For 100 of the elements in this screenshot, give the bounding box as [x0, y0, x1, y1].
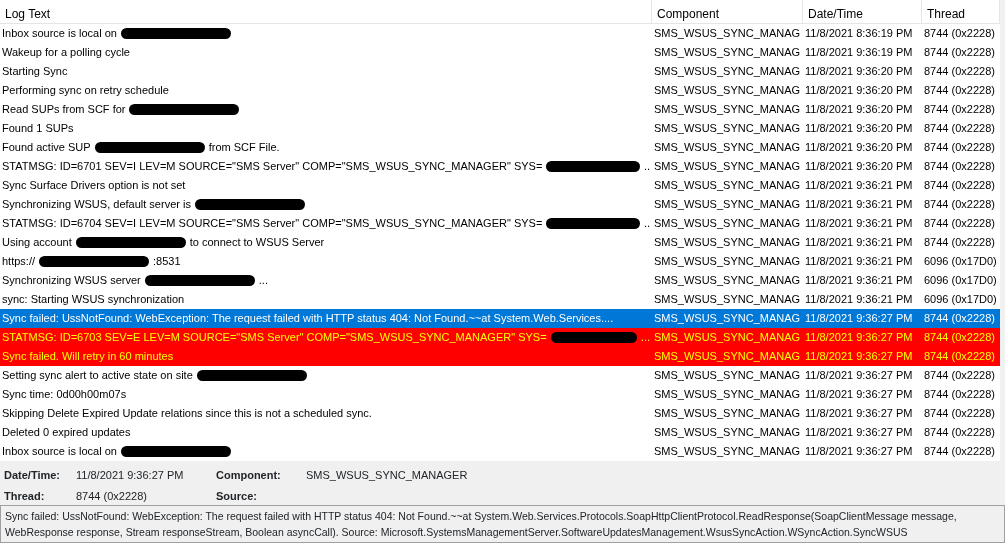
table-cell-text: 11/8/2021 9:36:27 PM [804, 406, 914, 421]
log-row[interactable]: Deleted 0 expired updates SMS_WSUS_SYNC_MANAG 11/8/2021 9:36:27 PM 8744 (0x2228) [0, 423, 1000, 442]
table-cell-text: SMS_WSUS_SYNC_MANAG [653, 178, 802, 193]
field-value: SMS_WSUS_SYNC_MANAGER [306, 468, 469, 483]
column-header[interactable]: Log Text [0, 0, 652, 24]
table-cell-text: 6096 (0x17D0) [923, 254, 998, 269]
log-row[interactable]: Setting sync alert to active state on site SMS_WSUS_SYNC_MANAG 11/8/2021 9:36:27 PM 8744 (0x2228) [0, 366, 1000, 385]
table-cell-text: 8744 (0x2228) [923, 368, 996, 383]
table-cell-text: 8744 (0x2228) [923, 349, 996, 364]
field-label: Date/Time: [4, 468, 62, 483]
table-cell-text: Performing sync on retry schedule [2, 83, 169, 98]
table-cell-text: ... [258, 273, 268, 288]
log-row[interactable]: Sync failed. Will retry in 60 minutes SMS_WSUS_SYNC_MANAG 11/8/2021 9:36:27 PM 8744 (0x2228) [0, 347, 1000, 366]
table-cell-text: 8744 (0x2228) [923, 387, 996, 402]
log-row[interactable]: STATMSG: ID=6701 SEV=I LEV=M SOURCE="SMS Server" COMP="SMS_WSUS_SYNC_MANAGER" SYS= .. SMS_WSUS_SYNC_MANAG 11/8/2021 9:36:20 PM 8744 (0x2228) [0, 157, 1000, 176]
table-cell-text: STATMSG: ID=6704 SEV=I LEV=M SOURCE="SMS Server" COMP="SMS_WSUS_SYNC_MANAGER" SYS= [2, 216, 543, 231]
table-cell-text: SMS_WSUS_SYNC_MANAG [653, 83, 802, 98]
log-row[interactable]: Sync time: 0d00h00m07s SMS_WSUS_SYNC_MANAG 11/8/2021 9:36:27 PM 8744 (0x2228) [0, 385, 1000, 404]
log-row[interactable]: https:// :8531 SMS_WSUS_SYNC_MANAG 11/8/2021 9:36:21 PM 6096 (0x17D0) [0, 252, 1000, 271]
table-cell-text: 11/8/2021 9:36:21 PM [804, 235, 914, 250]
table-cell-text: 11/8/2021 9:36:20 PM [804, 159, 914, 174]
log-row[interactable]: Using account to connect to WSUS Server SMS_WSUS_SYNC_MANAG 11/8/2021 9:36:21 PM 8744 (0x2228) [0, 233, 1000, 252]
table-cell-text: .. [643, 159, 650, 174]
table-cell-text: 11/8/2021 9:36:20 PM [804, 64, 914, 79]
log-row[interactable]: Inbox source is local on SMS_WSUS_SYNC_MANAG 11/8/2021 8:36:19 PM 8744 (0x2228) [0, 24, 1000, 43]
table-cell-text: 11/8/2021 9:36:20 PM [804, 102, 914, 117]
table-cell-text: SMS_WSUS_SYNC_MANAG [653, 425, 802, 440]
table-cell-text: 11/8/2021 9:36:27 PM [804, 387, 914, 402]
table-cell-text: 8744 (0x2228) [923, 311, 996, 326]
table-cell-text: 11/8/2021 9:36:27 PM [804, 311, 914, 326]
table-cell-text: 8744 (0x2228) [923, 102, 996, 117]
table-cell-text: 11/8/2021 9:36:21 PM [804, 254, 914, 269]
table-cell-text: 8744 (0x2228) [923, 83, 996, 98]
table-cell-text: 11/8/2021 9:36:20 PM [804, 140, 914, 155]
table-cell-text: 11/8/2021 9:36:27 PM [804, 425, 914, 440]
log-row[interactable]: Performing sync on retry schedule SMS_WSUS_SYNC_MANAG 11/8/2021 9:36:20 PM 8744 (0x2228) [0, 81, 1000, 100]
log-row[interactable]: Sync failed: UssNotFound: WebException: The request failed with HTTP status 404: Not Found.~~at System.Web.Services.... SMS_WSUS_SYNC_MANAG 11/8/2021 9:36:27 PM 8744 (0x2228) [0, 309, 1000, 328]
log-row[interactable]: Starting Sync SMS_WSUS_SYNC_MANAG 11/8/2021 9:36:20 PM 8744 (0x2228) [0, 62, 1000, 81]
table-cell-text: Sync failed: UssNotFound: WebException: The request failed with HTTP status 404: Not Found.~~at System.Web.Services.... [2, 311, 614, 326]
log-row[interactable]: Wakeup for a polling cycle SMS_WSUS_SYNC_MANAG 11/8/2021 9:36:19 PM 8744 (0x2228) [0, 43, 1000, 62]
table-cell-text: 8744 (0x2228) [923, 64, 996, 79]
table-cell-text: SMS_WSUS_SYNC_MANAG [653, 26, 802, 41]
table-cell-text: 8744 (0x2228) [923, 235, 996, 250]
table-cell-text: SMS_WSUS_SYNC_MANAG [653, 216, 802, 231]
log-row[interactable]: Synchronizing WSUS server ... SMS_WSUS_SYNC_MANAG 11/8/2021 9:36:21 PM 6096 (0x17D0) [0, 271, 1000, 290]
table-cell-text: SMS_WSUS_SYNC_MANAG [653, 330, 802, 345]
table-cell-text: Inbox source is local on [2, 444, 117, 459]
table-cell-text: STATMSG: ID=6703 SEV=E LEV=M SOURCE="SMS Server" COMP="SMS_WSUS_SYNC_MANAGER" SYS= [2, 330, 547, 345]
table-cell-text: SMS_WSUS_SYNC_MANAG [653, 102, 802, 117]
log-row[interactable]: Read SUPs from SCF for SMS_WSUS_SYNC_MANAG 11/8/2021 9:36:20 PM 8744 (0x2228) [0, 100, 1000, 119]
table-cell-text: 11/8/2021 9:36:27 PM [804, 444, 914, 459]
table-cell-text: Sync time: 0d00h00m07s [2, 387, 127, 402]
log-row[interactable]: Sync Surface Drivers option is not set SMS_WSUS_SYNC_MANAG 11/8/2021 9:36:21 PM 8744 (0x2228) [0, 176, 1000, 195]
log-row[interactable]: STATMSG: ID=6704 SEV=I LEV=M SOURCE="SMS Server" COMP="SMS_WSUS_SYNC_MANAGER" SYS= .. SMS_WSUS_SYNC_MANAG 11/8/2021 9:36:21 PM 8744 (0x2228) [0, 214, 1000, 233]
log-row[interactable]: STATMSG: ID=6703 SEV=E LEV=M SOURCE="SMS Server" COMP="SMS_WSUS_SYNC_MANAGER" SYS= ... SMS_WSUS_SYNC_MANAG 11/8/2021 9:36:27 PM 8744 (0x2228) [0, 328, 1000, 347]
log-row[interactable]: Synchronizing WSUS, default server is SMS_WSUS_SYNC_MANAG 11/8/2021 9:36:21 PM 8744 (0x2228) [0, 195, 1000, 214]
table-cell-text: 8744 (0x2228) [923, 444, 996, 459]
table-cell-text: SMS_WSUS_SYNC_MANAG [653, 140, 802, 155]
table-cell-text: 11/8/2021 9:36:21 PM [804, 292, 914, 307]
table-cell-text: Inbox source is local on [2, 26, 117, 41]
table-cell-text: to connect to WSUS Server [189, 235, 325, 250]
table-cell-text: STATMSG: ID=6701 SEV=I LEV=M SOURCE="SMS Server" COMP="SMS_WSUS_SYNC_MANAGER" SYS= [2, 159, 543, 174]
table-cell-text: Synchronizing WSUS, default server is [2, 197, 191, 212]
table-cell-text: 11/8/2021 9:36:21 PM [804, 178, 914, 193]
field-value: 8744 (0x2228) [76, 489, 148, 504]
table-cell-text: SMS_WSUS_SYNC_MANAG [653, 349, 802, 364]
table-cell-text: 11/8/2021 8:36:19 PM [804, 26, 914, 41]
table-cell-text: SMS_WSUS_SYNC_MANAG [653, 444, 802, 459]
column-header[interactable]: Date/Time [803, 0, 922, 24]
table-cell-text: Deleted 0 expired updates [2, 425, 131, 440]
table-cell-text: 11/8/2021 9:36:20 PM [804, 121, 914, 136]
log-row[interactable]: Found 1 SUPs SMS_WSUS_SYNC_MANAG 11/8/2021 9:36:20 PM 8744 (0x2228) [0, 119, 1000, 138]
table-cell-text: SMS_WSUS_SYNC_MANAG [653, 311, 802, 326]
table-cell-text: Found 1 SUPs [2, 121, 74, 136]
table-cell-text: SMS_WSUS_SYNC_MANAG [653, 292, 802, 307]
log-row[interactable]: Found active SUP from SCF File. SMS_WSUS_SYNC_MANAG 11/8/2021 9:36:20 PM 8744 (0x2228) [0, 138, 1000, 157]
table-cell-text: SMS_WSUS_SYNC_MANAG [653, 64, 802, 79]
table-cell-text: 6096 (0x17D0) [923, 273, 998, 288]
table-cell-text: 8744 (0x2228) [923, 45, 996, 60]
table-cell-text: Wakeup for a polling cycle [2, 45, 130, 60]
table-cell-text: 11/8/2021 9:36:21 PM [804, 273, 914, 288]
table-cell-text: Setting sync alert to active state on site [2, 368, 193, 383]
table-cell-text: 8744 (0x2228) [923, 330, 996, 345]
table-cell-text: SMS_WSUS_SYNC_MANAG [653, 121, 802, 136]
table-cell-text: Skipping Delete Expired Update relations since this is not a scheduled sync. [2, 406, 372, 421]
log-row[interactable]: Skipping Delete Expired Update relations since this is not a scheduled sync. SMS_WSUS_SYNC_MANAG 11/8/2021 9:36:27 PM 8744 (0x2228) [0, 404, 1000, 423]
field-value: 11/8/2021 9:36:27 PM [76, 468, 185, 483]
log-row[interactable]: sync: Starting WSUS synchronization SMS_WSUS_SYNC_MANAG 11/8/2021 9:36:21 PM 6096 (0x17D0) [0, 290, 1000, 309]
table-cell-text: Sync Surface Drivers option is not set [2, 178, 186, 193]
table-cell-text: 8744 (0x2228) [923, 425, 996, 440]
table-cell-text: 11/8/2021 9:36:20 PM [804, 83, 914, 98]
table-cell-text: 11/8/2021 9:36:19 PM [804, 45, 914, 60]
column-header[interactable]: Component [652, 0, 803, 24]
table-cell-text: ... [640, 330, 650, 345]
scrollbar[interactable] [1000, 0, 1005, 461]
table-cell-text: .. [643, 216, 650, 231]
table-cell-text: from SCF File. [208, 140, 280, 155]
table-cell-text: 8744 (0x2228) [923, 26, 996, 41]
log-row[interactable]: Inbox source is local on SMS_WSUS_SYNC_MANAG 11/8/2021 9:36:27 PM 8744 (0x2228) [0, 442, 1000, 461]
table-cell-text: https:// [2, 254, 36, 269]
